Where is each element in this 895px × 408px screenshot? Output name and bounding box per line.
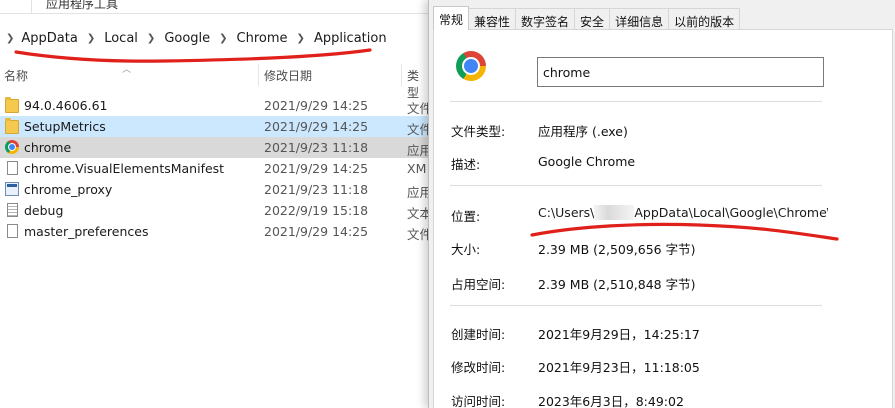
location-label: 位置:	[451, 209, 481, 224]
file-type: 文本	[407, 206, 428, 221]
location-prefix: C:\Users\	[538, 205, 595, 220]
divider	[450, 185, 822, 186]
divider	[450, 305, 822, 306]
modified-value: 2021年9月23日，11:18:05	[538, 360, 700, 375]
ribbon-tab-app-tools[interactable]: 应用程序工具	[46, 0, 118, 12]
column-divider[interactable]	[401, 64, 402, 86]
file-date: 2021/9/23 11:18	[264, 182, 369, 197]
file-name: chrome.VisualElementsManifest	[24, 161, 225, 176]
tab-general[interactable]: 常规	[433, 6, 470, 30]
folder-icon	[5, 97, 19, 113]
created-value: 2021年9月29日，14:25:17	[538, 327, 700, 342]
chevron-right-icon[interactable]: ❯	[147, 33, 155, 44]
location-value[interactable]: C:\Users\ AppData\Local\Google\Chrome\	[538, 205, 828, 225]
file-name-input[interactable]	[537, 57, 824, 87]
disk-size-value: 2.39 MB (2,510,848 字节)	[538, 277, 696, 292]
list-item[interactable]: chrome_proxy 2021/9/23 11:18 应用	[0, 179, 428, 200]
file-icon	[7, 161, 18, 175]
tab-previous-versions[interactable]: 以前的版本	[668, 8, 741, 30]
file-type-value: 应用程序 (.exe)	[538, 124, 628, 139]
file-list: 94.0.4606.61 2021/9/29 14:25 文件 SetupMet…	[0, 95, 428, 242]
column-header-name[interactable]: 名称	[4, 67, 28, 84]
created-label: 创建时间:	[451, 327, 506, 342]
file-date: 2021/9/29 14:25	[264, 119, 369, 134]
chevron-right-icon[interactable]: ❯	[6, 33, 14, 44]
file-name: SetupMetrics	[24, 119, 106, 134]
list-item[interactable]: debug 2022/9/19 15:18 文本	[0, 200, 428, 221]
breadcrumb-item-local[interactable]: Local	[104, 31, 138, 46]
address-bar[interactable]: ❯ AppData ❯ Local ❯ Google ❯ Chrome ❯ Ap…	[0, 27, 428, 53]
accessed-value: 2023年6月3日，8:49:02	[538, 394, 684, 408]
description-label: 描述:	[451, 157, 481, 172]
file-type: 文件	[407, 227, 428, 242]
file-icon	[7, 224, 18, 238]
size-label: 大小:	[451, 242, 481, 257]
file-date: 2021/9/29 14:25	[264, 98, 369, 113]
folder-icon	[5, 118, 19, 134]
file-name: chrome_proxy	[24, 182, 113, 197]
breadcrumb-item-google[interactable]: Google	[164, 31, 210, 46]
accessed-label: 访问时间:	[451, 394, 506, 408]
file-date: 2021/9/29 14:25	[264, 224, 369, 239]
tab-security[interactable]: 安全	[574, 8, 611, 30]
chevron-right-icon[interactable]: ❯	[87, 33, 95, 44]
size-value: 2.39 MB (2,509,656 字节)	[538, 242, 696, 257]
file-date: 2021/9/29 14:25	[264, 161, 369, 176]
list-item[interactable]: 94.0.4606.61 2021/9/29 14:25 文件	[0, 95, 428, 116]
ribbon-tabs: 应用程序工具	[0, 0, 428, 14]
properties-dialog: 常规 兼容性 数字签名 安全 详细信息 以前的版本 文件类型: 应用程序 (.e…	[428, 0, 895, 408]
list-item[interactable]: chrome.VisualElementsManifest 2021/9/29 …	[0, 158, 428, 179]
list-item[interactable]: SetupMetrics 2021/9/29 14:25 文件	[0, 116, 428, 137]
breadcrumb-item-appdata[interactable]: AppData	[21, 31, 77, 46]
column-header-row: 名称 ︿ 修改日期 类型	[0, 64, 428, 100]
sort-up-icon: ︿	[122, 65, 132, 75]
file-name: 94.0.4606.61	[24, 98, 108, 113]
tab-compatibility[interactable]: 兼容性	[468, 8, 517, 30]
file-name: debug	[24, 203, 64, 218]
file-type: 应用	[407, 185, 428, 200]
tab-details[interactable]: 详细信息	[609, 8, 670, 30]
file-type: XM	[407, 161, 427, 176]
breadcrumb: ❯ AppData ❯ Local ❯ Google ❯ Chrome ❯ Ap…	[6, 31, 387, 46]
breadcrumb-item-application[interactable]: Application	[314, 31, 387, 46]
file-date: 2022/9/19 15:18	[264, 203, 369, 218]
list-item[interactable]: master_preferences 2021/9/29 14:25 文件	[0, 221, 428, 242]
modified-label: 修改时间:	[451, 360, 506, 375]
chrome-icon	[456, 51, 486, 81]
disk-size-label: 占用空间:	[451, 277, 506, 292]
general-tab-panel: 文件类型: 应用程序 (.exe) 描述: Google Chrome 位置: …	[433, 29, 893, 408]
file-type: 文件	[407, 122, 428, 137]
tab-bar: 常规 兼容性 数字签名 安全 详细信息 以前的版本	[433, 6, 741, 30]
file-type: 文件	[407, 101, 428, 116]
column-header-date[interactable]: 修改日期	[264, 67, 312, 84]
file-date: 2021/9/23 11:18	[264, 140, 369, 155]
exe-icon	[5, 182, 19, 196]
column-divider[interactable]	[258, 64, 259, 86]
breadcrumb-item-chrome[interactable]: Chrome	[237, 31, 288, 46]
description-value: Google Chrome	[538, 154, 636, 169]
redacted-username	[594, 205, 635, 220]
location-suffix: AppData\Local\Google\Chrome\	[634, 205, 828, 220]
file-name: chrome	[24, 140, 72, 155]
chevron-right-icon[interactable]: ❯	[219, 33, 227, 44]
tab-digital-signatures[interactable]: 数字签名	[515, 8, 576, 30]
file-type-label: 文件类型:	[451, 124, 506, 139]
ribbon-tab-blank[interactable]	[0, 0, 32, 13]
file-type: 应用	[407, 143, 428, 158]
text-file-icon	[7, 203, 18, 217]
chrome-icon	[5, 140, 19, 154]
chevron-right-icon[interactable]: ❯	[297, 33, 305, 44]
list-item[interactable]: chrome 2021/9/23 11:18 应用	[0, 137, 428, 158]
file-explorer: 应用程序工具 ❯ AppData ❯ Local ❯ Google ❯ Chro…	[0, 0, 428, 408]
file-name: master_preferences	[24, 224, 149, 239]
divider	[450, 101, 822, 102]
